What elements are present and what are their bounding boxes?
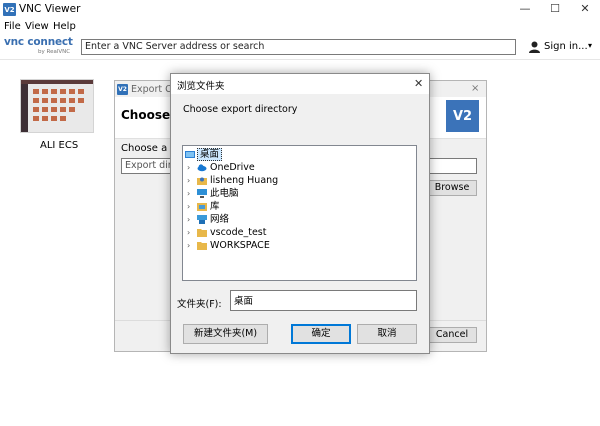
chevron-right-icon[interactable]: ›: [187, 226, 195, 239]
folder-icon: [197, 242, 207, 250]
dialog-title: 浏览文件夹: [177, 81, 225, 92]
menu-view[interactable]: View: [25, 21, 49, 32]
tree-item-user[interactable]: › lisheng Huang: [185, 174, 385, 187]
library-icon: [197, 203, 207, 211]
chevron-right-icon[interactable]: ›: [187, 187, 195, 200]
tree-item-network[interactable]: › 网络: [185, 213, 385, 226]
close-icon[interactable]: ✕: [414, 77, 423, 90]
chevron-right-icon[interactable]: ›: [187, 213, 195, 226]
chevron-down-icon[interactable]: ▾: [588, 41, 592, 50]
brand-subtitle: by RealVNC: [38, 49, 71, 55]
user-folder-icon: [197, 177, 207, 185]
desktop-folder-icon: [185, 151, 195, 158]
new-folder-button[interactable]: 新建文件夹(M): [183, 324, 268, 344]
tree-item-workspace[interactable]: › WORKSPACE: [185, 239, 385, 252]
brand-logo: vnc connect: [4, 36, 73, 48]
computer-icon: [197, 189, 207, 198]
vnc-logo-icon: V2: [3, 3, 16, 16]
sign-in-button[interactable]: Sign in...: [544, 41, 588, 52]
export-choose-label: Choose a d: [121, 143, 177, 154]
vnc-logo-icon: V2: [446, 100, 479, 132]
window-title: VNC Viewer: [19, 3, 81, 15]
network-icon: [197, 215, 207, 224]
tree-item-label: OneDrive: [210, 162, 255, 173]
tree-item-library[interactable]: › 库: [185, 200, 385, 213]
tree-item-this-pc[interactable]: › 此电脑: [185, 187, 385, 200]
folder-tree[interactable]: 桌面 › OneDrive › lisheng Huang › 此电脑 › 库 …: [182, 145, 417, 281]
tree-item-label: WORKSPACE: [210, 240, 270, 251]
tree-item-label: vscode_test: [210, 227, 267, 238]
vnc-logo-icon: V2: [117, 84, 128, 95]
chevron-right-icon[interactable]: ›: [187, 239, 195, 252]
chevron-right-icon[interactable]: ›: [187, 161, 195, 174]
chevron-right-icon[interactable]: ›: [187, 200, 195, 213]
cancel-button[interactable]: Cancel: [427, 327, 477, 343]
maximize-button[interactable]: ☐: [548, 2, 562, 16]
menu-file[interactable]: File: [4, 21, 21, 32]
chevron-right-icon[interactable]: ›: [187, 174, 195, 187]
tree-item-label: lisheng Huang: [210, 175, 279, 186]
tree-item-onedrive[interactable]: › OneDrive: [185, 161, 385, 174]
browse-button[interactable]: Browse: [427, 180, 477, 196]
folder-icon: [197, 229, 207, 237]
folder-field-label: 文件夹(F):: [177, 299, 222, 310]
minimize-button[interactable]: —: [518, 2, 532, 16]
menu-help[interactable]: Help: [53, 21, 76, 32]
folder-name-input[interactable]: 桌面: [230, 290, 417, 311]
user-icon: [529, 41, 540, 53]
tree-item-label: 网络: [210, 214, 230, 225]
tree-item-label: 此电脑: [210, 188, 239, 199]
connection-label: ALI ECS: [40, 140, 79, 151]
tree-item-vscode-test[interactable]: › vscode_test: [185, 226, 385, 239]
tree-item-desktop[interactable]: 桌面: [185, 148, 245, 161]
ok-button[interactable]: 确定: [291, 324, 351, 344]
cloud-icon: [197, 164, 207, 172]
title-bar: [0, 0, 600, 19]
cancel-button[interactable]: 取消: [357, 324, 417, 344]
dialog-prompt: Choose export directory: [183, 104, 298, 115]
connection-thumbnail[interactable]: [20, 79, 94, 133]
address-search-input[interactable]: Enter a VNC Server address or search: [81, 39, 516, 55]
close-icon[interactable]: ×: [471, 83, 479, 94]
tree-item-label: 桌面: [197, 148, 223, 161]
close-button[interactable]: ✕: [578, 2, 592, 16]
tree-item-label: 库: [210, 201, 220, 212]
menu-bar: [0, 19, 600, 35]
